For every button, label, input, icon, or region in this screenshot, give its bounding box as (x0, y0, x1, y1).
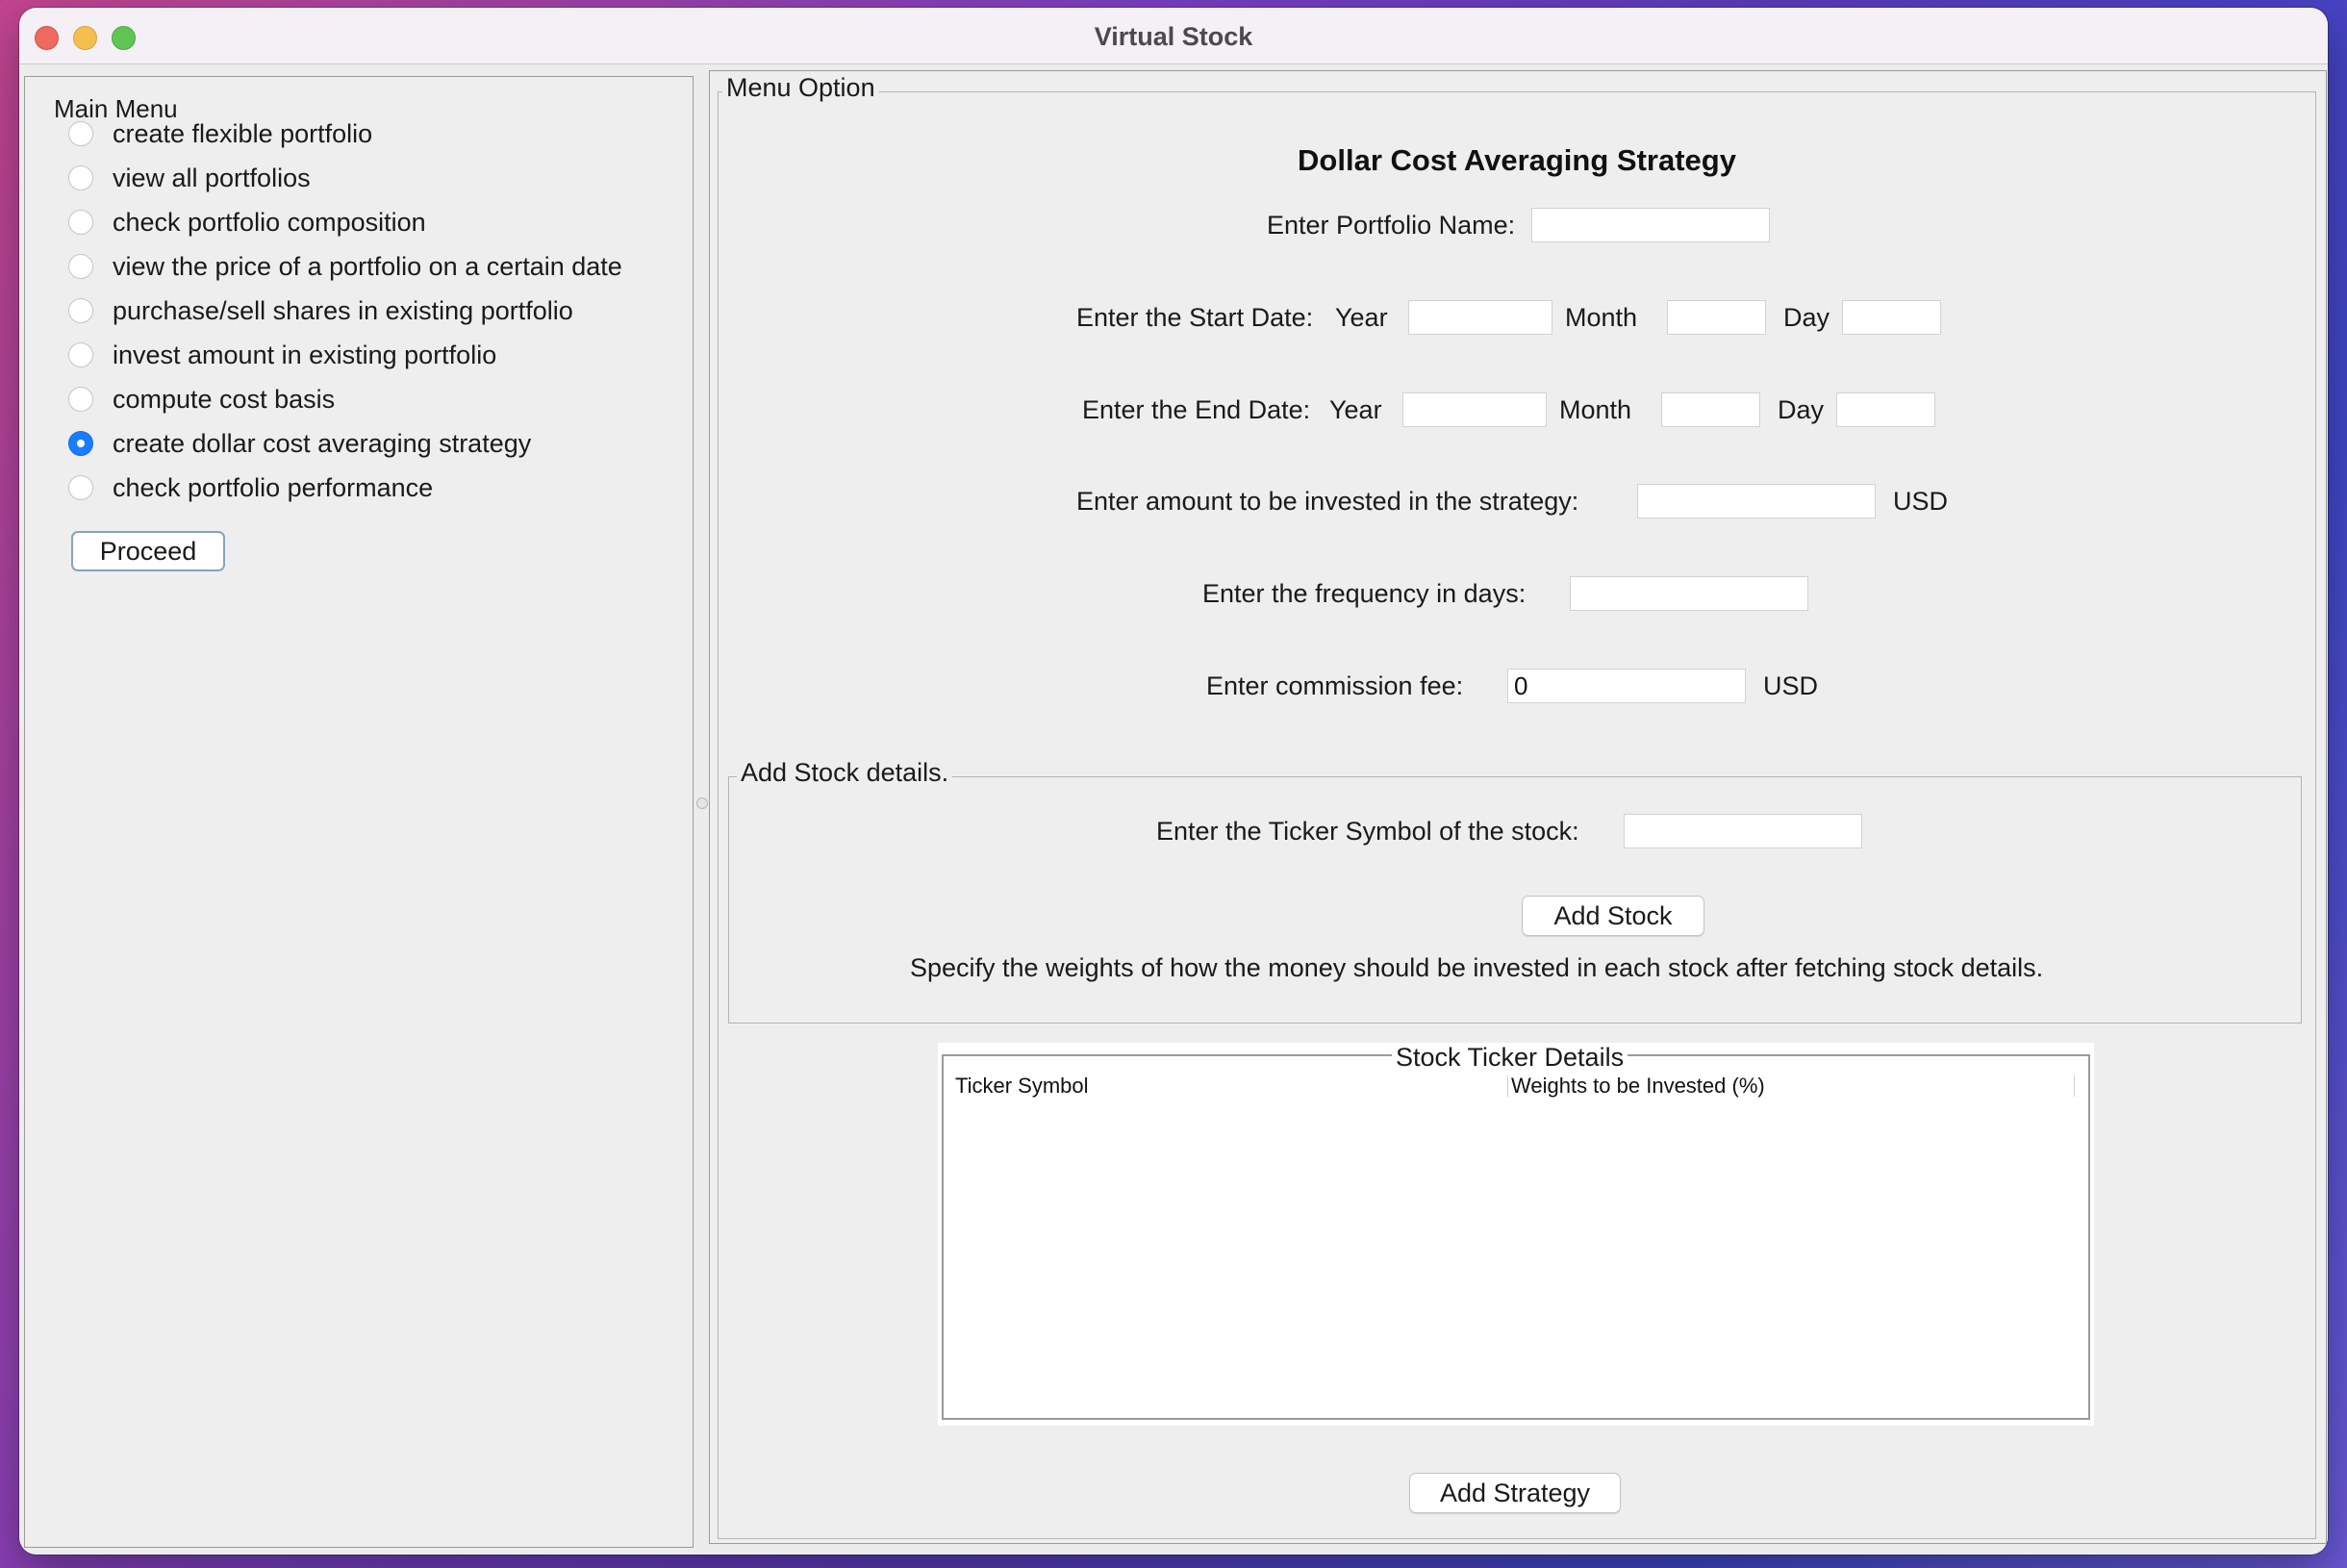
radio-button[interactable] (68, 342, 93, 367)
start-month-label: Month (1565, 303, 1638, 332)
radio-button[interactable] (68, 298, 93, 323)
commission-input[interactable] (1507, 669, 1746, 703)
menu-option-panel: Menu Option Dollar Cost Averaging Strate… (709, 70, 2327, 1544)
menu-option-create-flexible-portfolio[interactable]: create flexible portfolio (68, 114, 372, 153)
main-menu-panel: Main Menu create flexible portfolio view… (24, 76, 694, 1548)
menu-option-check-portfolio-performance[interactable]: check portfolio performance (68, 468, 433, 507)
commission-currency-label: USD (1763, 671, 1819, 700)
amount-currency-label: USD (1893, 487, 1949, 516)
end-year-label: Year (1329, 395, 1382, 424)
start-year-input[interactable] (1408, 300, 1552, 335)
menu-option-view-all-portfolios[interactable]: view all portfolios (68, 159, 311, 197)
radio-button[interactable] (68, 475, 93, 500)
end-year-input[interactable] (1402, 392, 1547, 427)
end-date-label: Enter the End Date: (1082, 395, 1311, 424)
add-stock-fieldset: Add Stock details. Enter the Ticker Symb… (728, 758, 2302, 1024)
ticker-symbol-label: Enter the Ticker Symbol of the stock: (1156, 817, 1579, 846)
column-separator (2074, 1075, 2075, 1097)
column-header-ticker-symbol[interactable]: Ticker Symbol (955, 1074, 1089, 1099)
amount-input[interactable] (1637, 484, 1876, 518)
radio-button-selected[interactable] (68, 431, 93, 456)
strategy-heading: Dollar Cost Averaging Strategy (1298, 143, 1736, 177)
menu-option-purchase-sell-shares[interactable]: purchase/sell shares in existing portfol… (68, 291, 573, 330)
menu-option-fieldset: Menu Option Dollar Cost Averaging Strate… (718, 73, 2316, 1539)
menu-option-legend: Menu Option (722, 73, 879, 103)
menu-option-label: view the price of a portfolio on a certa… (113, 251, 622, 281)
app-window: Virtual Stock Main Menu create flexible … (19, 8, 2328, 1555)
proceed-button[interactable]: Proceed (71, 531, 225, 571)
frequency-input[interactable] (1570, 576, 1808, 611)
radio-button[interactable] (68, 254, 93, 279)
menu-option-check-portfolio-composition[interactable]: check portfolio composition (68, 203, 426, 241)
menu-option-label: invest amount in existing portfolio (113, 340, 497, 369)
add-strategy-button[interactable]: Add Strategy (1409, 1473, 1621, 1513)
menu-option-label: check portfolio performance (113, 472, 434, 502)
commission-label: Enter commission fee: (1206, 671, 1464, 700)
column-separator (1507, 1075, 1508, 1097)
frequency-label: Enter the frequency in days: (1202, 579, 1527, 608)
menu-option-create-dca-strategy[interactable]: create dollar cost averaging strategy (68, 424, 531, 463)
menu-option-label: view all portfolios (113, 163, 311, 192)
start-day-label: Day (1783, 303, 1830, 332)
menu-option-view-portfolio-price[interactable]: view the price of a portfolio on a certa… (68, 247, 622, 286)
start-day-input[interactable] (1842, 300, 1941, 335)
menu-option-label: check portfolio composition (113, 207, 426, 237)
window-content: Main Menu create flexible portfolio view… (19, 64, 2328, 1555)
menu-option-invest-amount[interactable]: invest amount in existing portfolio (68, 336, 496, 374)
stock-ticker-details-title: Stock Ticker Details (1392, 1043, 1628, 1073)
menu-option-label: purchase/sell shares in existing portfol… (113, 295, 573, 325)
end-month-label: Month (1559, 395, 1632, 424)
end-day-label: Day (1778, 395, 1825, 424)
end-month-input[interactable] (1661, 392, 1760, 427)
weights-hint-text: Specify the weights of how the money sho… (910, 953, 2044, 982)
menu-option-label: compute cost basis (113, 384, 336, 414)
menu-option-label: create dollar cost averaging strategy (113, 428, 532, 458)
menu-option-compute-cost-basis[interactable]: compute cost basis (68, 380, 335, 418)
stock-ticker-details-panel: Ticker Symbol Weights to be Invested (%)… (938, 1043, 2094, 1426)
start-year-label: Year (1335, 303, 1388, 332)
start-month-input[interactable] (1667, 300, 1766, 335)
radio-button[interactable] (68, 387, 93, 412)
add-stock-legend: Add Stock details. (737, 758, 953, 788)
portfolio-name-label: Enter Portfolio Name: (1267, 211, 1516, 240)
radio-button[interactable] (68, 210, 93, 235)
radio-button[interactable] (68, 121, 93, 146)
radio-button[interactable] (68, 165, 93, 190)
add-stock-button[interactable]: Add Stock (1522, 896, 1704, 936)
title-bar: Virtual Stock (19, 8, 2328, 64)
end-day-input[interactable] (1836, 392, 1935, 427)
stock-ticker-table[interactable]: Ticker Symbol Weights to be Invested (%) (942, 1054, 2090, 1420)
split-pane-divider-handle[interactable] (696, 797, 708, 809)
start-date-label: Enter the Start Date: (1076, 303, 1314, 332)
portfolio-name-input[interactable] (1531, 208, 1770, 242)
amount-label: Enter amount to be invested in the strat… (1076, 487, 1579, 516)
window-title: Virtual Stock (1094, 22, 1253, 51)
column-header-weights[interactable]: Weights to be Invested (%) (1511, 1074, 1765, 1099)
ticker-symbol-input[interactable] (1624, 814, 1862, 848)
menu-option-label: create flexible portfolio (113, 118, 373, 148)
